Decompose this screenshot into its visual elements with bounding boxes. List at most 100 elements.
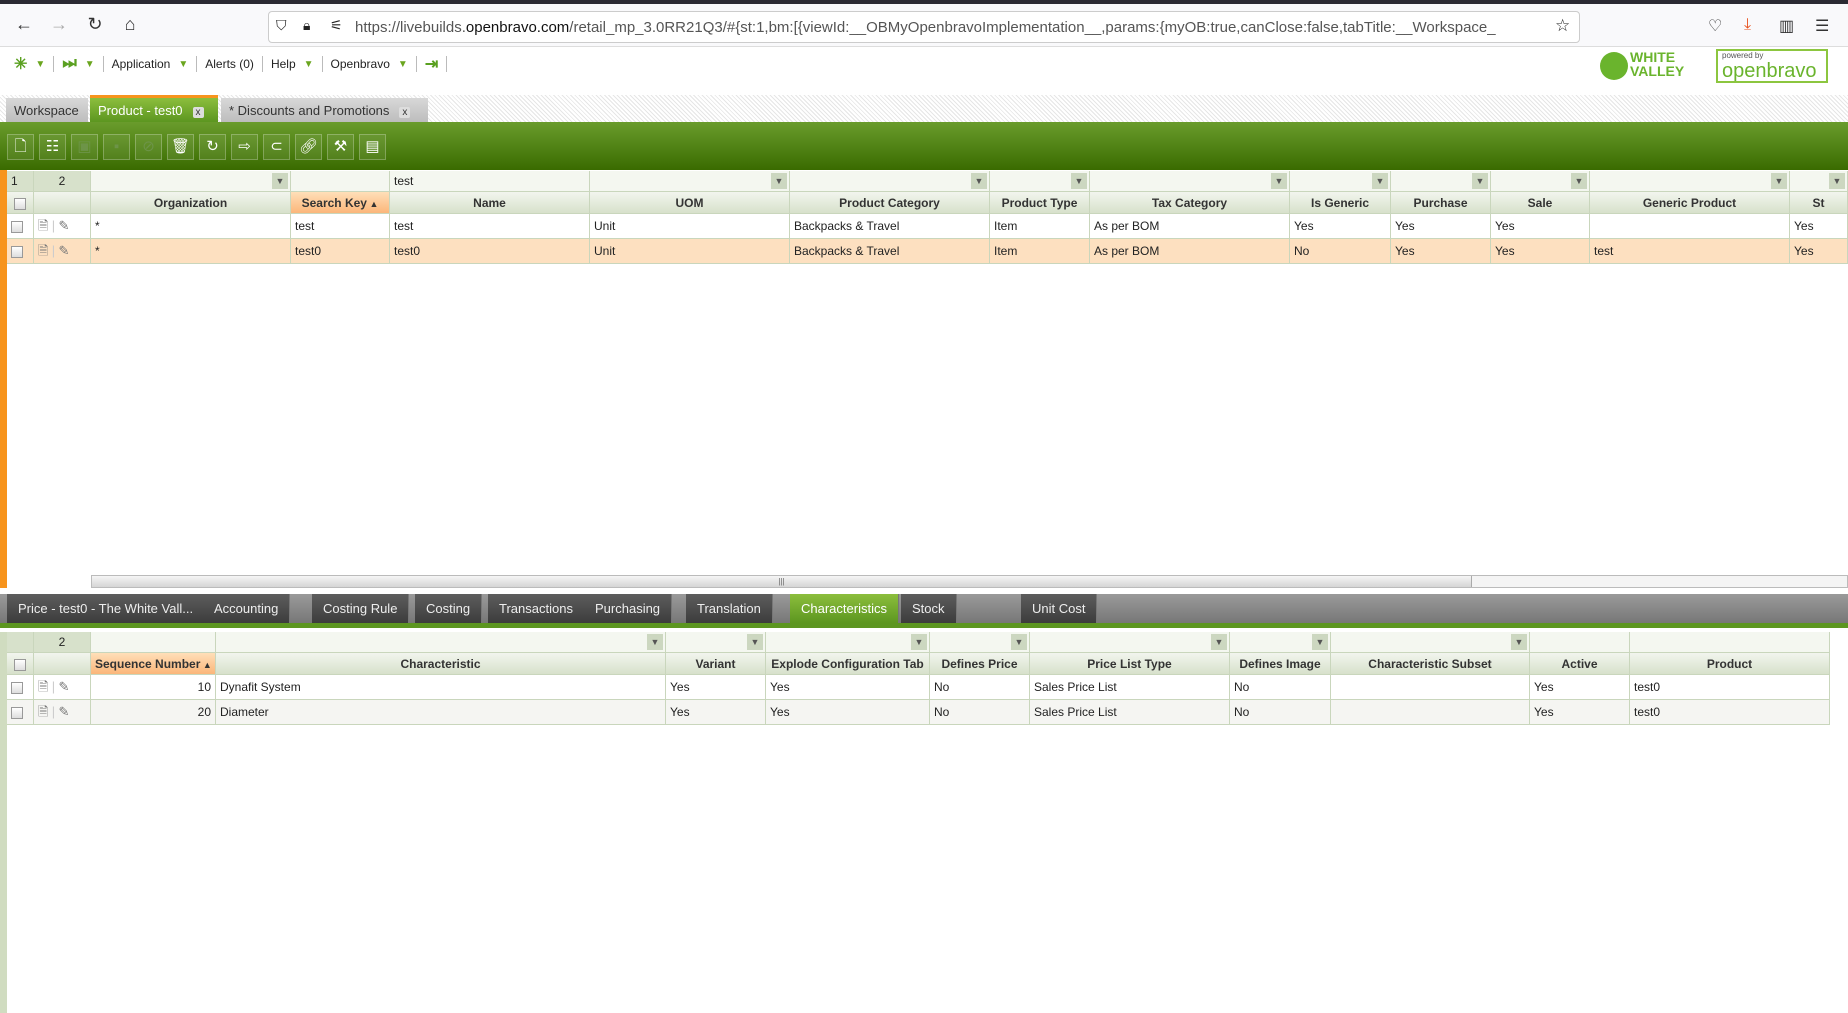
column-header[interactable]: Variant: [666, 653, 766, 675]
horizontal-scrollbar[interactable]: |||: [91, 575, 1848, 588]
column-header[interactable]: Sale: [1491, 192, 1590, 214]
filter-4[interactable]: ▼: [790, 171, 990, 192]
subtab-costing-rule[interactable]: Costing Rule: [312, 594, 410, 623]
close-icon[interactable]: x: [399, 107, 411, 118]
filter-dropdown-icon[interactable]: ▼: [647, 634, 663, 650]
filter-8[interactable]: [1530, 632, 1630, 653]
chevron-down-icon[interactable]: ▼: [178, 59, 188, 70]
refresh-icon[interactable]: ↻: [199, 134, 226, 160]
filter-6[interactable]: ▼: [1230, 632, 1331, 653]
save-icon[interactable]: ▣: [71, 134, 98, 160]
filter-dropdown-icon[interactable]: ▼: [1571, 173, 1587, 189]
permissions-icon[interactable]: ⚟: [330, 17, 343, 34]
scrollbar-thumb[interactable]: |||: [92, 576, 1472, 587]
column-header[interactable]: Search Key ▲: [291, 192, 390, 214]
filter-dropdown-icon[interactable]: ▼: [1472, 173, 1488, 189]
edit-pencil-icon[interactable]: ✎: [59, 679, 70, 694]
filter-0[interactable]: ▼: [91, 171, 291, 192]
tab-discounts[interactable]: * Discounts and Promotions x: [221, 98, 428, 122]
column-header[interactable]: Is Generic: [1290, 192, 1391, 214]
bookmark-star-icon[interactable]: ☆: [1555, 16, 1570, 36]
tab-workspace[interactable]: Workspace: [6, 98, 88, 122]
filter-dropdown-icon[interactable]: ▼: [1011, 634, 1027, 650]
layout-icon[interactable]: ▤: [359, 134, 386, 160]
filter-dropdown-icon[interactable]: ▼: [747, 634, 763, 650]
checkbox[interactable]: [11, 706, 23, 719]
filter-9[interactable]: [1630, 632, 1830, 653]
checkbox[interactable]: [14, 658, 26, 671]
column-header[interactable]: Explode Configuration Tab: [766, 653, 930, 675]
subtab-transactions[interactable]: Transactions: [488, 594, 585, 623]
filter-11[interactable]: ▼: [1790, 171, 1848, 192]
checkbox[interactable]: [11, 245, 23, 258]
sidebar-icon[interactable]: ▥: [1779, 16, 1794, 36]
filter-dropdown-icon[interactable]: ▼: [971, 173, 987, 189]
column-header[interactable]: Characteristic: [216, 653, 666, 675]
column-header[interactable]: Active: [1530, 653, 1630, 675]
subtab-translation[interactable]: Translation: [686, 594, 773, 623]
column-header[interactable]: Purchase: [1391, 192, 1491, 214]
filter-dropdown-icon[interactable]: ▼: [1829, 173, 1845, 189]
help-menu[interactable]: Help: [271, 57, 296, 71]
filter-dropdown-icon[interactable]: ▼: [272, 173, 288, 189]
checkbox[interactable]: [11, 681, 23, 694]
logout-icon[interactable]: ⇥: [425, 54, 438, 74]
filter-0[interactable]: [91, 632, 216, 653]
subtab-stock[interactable]: Stock: [901, 594, 957, 623]
column-header[interactable]: Defines Image: [1230, 653, 1331, 675]
row-checkbox[interactable]: [7, 214, 34, 239]
filter-dropdown-icon[interactable]: ▼: [771, 173, 787, 189]
filter-10[interactable]: ▼: [1590, 171, 1790, 192]
filter-dropdown-icon[interactable]: ▼: [911, 634, 927, 650]
filter-2[interactable]: test: [390, 171, 590, 192]
form-view-icon[interactable]: 🗎: [38, 243, 48, 258]
subtab-characteristics[interactable]: Characteristics: [790, 594, 899, 623]
quick-create-icon[interactable]: ✳: [14, 54, 27, 74]
close-icon[interactable]: x: [192, 107, 204, 118]
select-all-checkbox[interactable]: [7, 653, 34, 675]
column-header[interactable]: Organization: [91, 192, 291, 214]
export-icon[interactable]: ⇨: [231, 134, 258, 160]
column-header[interactable]: Name: [390, 192, 590, 214]
filter-5[interactable]: ▼: [1030, 632, 1230, 653]
filter-6[interactable]: ▼: [1090, 171, 1290, 192]
filter-dropdown-icon[interactable]: ▼: [1511, 634, 1527, 650]
filter-1[interactable]: [291, 171, 390, 192]
subtab-costing[interactable]: Costing: [415, 594, 483, 623]
filter-9[interactable]: ▼: [1491, 171, 1590, 192]
column-header[interactable]: Tax Category: [1090, 192, 1290, 214]
filter-3[interactable]: ▼: [766, 632, 930, 653]
save-close-icon[interactable]: ▪: [103, 134, 130, 160]
column-header[interactable]: Product Category: [790, 192, 990, 214]
filter-3[interactable]: ▼: [590, 171, 790, 192]
column-header[interactable]: Sequence Number ▲: [91, 653, 216, 675]
subtab-purchasing[interactable]: Purchasing: [584, 594, 673, 623]
subtab-unit-cost[interactable]: Unit Cost: [1021, 594, 1098, 623]
alerts-link[interactable]: Alerts (0): [205, 57, 254, 71]
edit-pencil-icon[interactable]: ✎: [59, 704, 70, 719]
form-view-icon[interactable]: 🗎: [38, 704, 48, 719]
edit-pencil-icon[interactable]: ✎: [59, 243, 70, 258]
row-checkbox[interactable]: [7, 675, 34, 700]
filter-4[interactable]: ▼: [930, 632, 1030, 653]
url-bar[interactable]: https://livebuilds.openbravo.com/retail_…: [268, 11, 1580, 43]
pocket-icon[interactable]: ♡: [1708, 16, 1722, 36]
user-menu[interactable]: Openbravo: [331, 57, 390, 71]
column-header[interactable]: Product Type: [990, 192, 1090, 214]
delete-icon[interactable]: 🗑: [167, 134, 194, 160]
menu-icon[interactable]: ☰: [1815, 16, 1829, 36]
checkbox[interactable]: [14, 197, 26, 210]
new-document-icon[interactable]: 🗋: [7, 134, 34, 160]
tab-product[interactable]: Product - test0 x: [90, 95, 218, 122]
link-icon[interactable]: 🔗︎: [295, 134, 322, 160]
subtab-price-test0-the-white-vall-[interactable]: Price - test0 - The White Vall...: [7, 594, 206, 623]
tools-icon[interactable]: ⚒: [327, 134, 354, 160]
chevron-down-icon[interactable]: ▼: [398, 59, 408, 70]
chevron-down-icon[interactable]: ▼: [35, 59, 45, 70]
select-all-checkbox[interactable]: [7, 192, 34, 214]
filter-5[interactable]: ▼: [990, 171, 1090, 192]
filter-dropdown-icon[interactable]: ▼: [1071, 173, 1087, 189]
column-header[interactable]: Product: [1630, 653, 1830, 675]
form-view-icon[interactable]: 🗎: [38, 679, 48, 694]
application-menu[interactable]: Application: [112, 57, 171, 71]
